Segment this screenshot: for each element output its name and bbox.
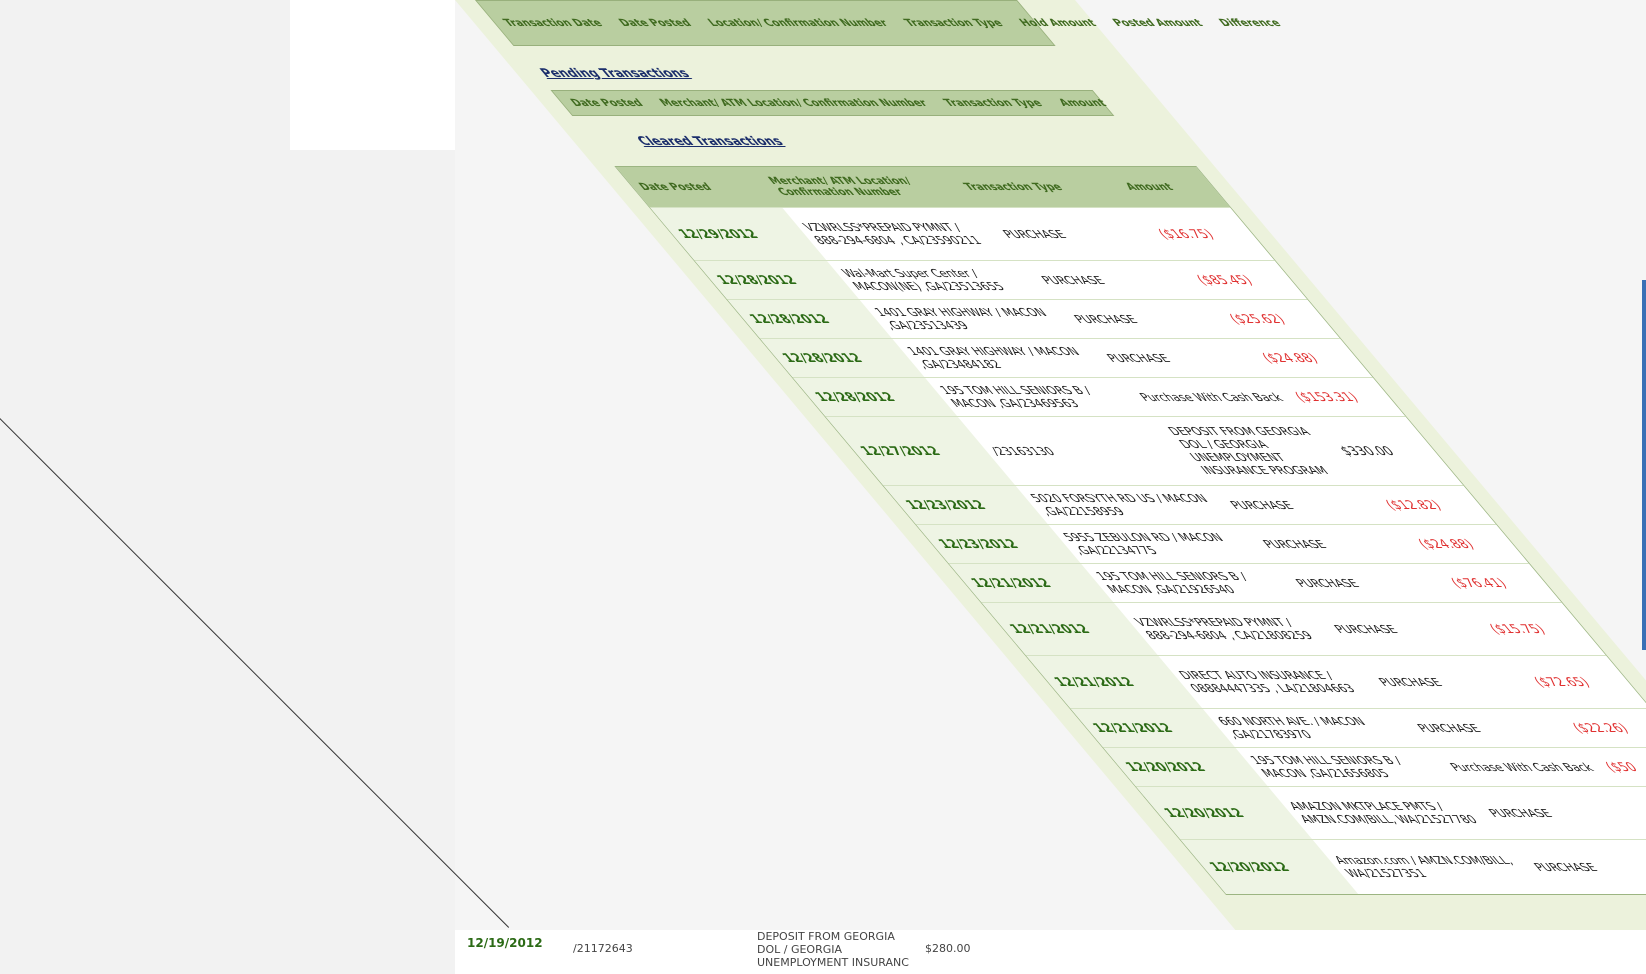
cleared-table-body: 12/29/2012 VZWRLSS*PREPAID PYMNT / 888-29… xyxy=(649,207,1646,894)
th-location: Location/ Confirmation Number xyxy=(705,17,891,29)
th-date-posted: Date Posted xyxy=(616,17,695,29)
ghost-amount: $280.00 xyxy=(925,942,971,955)
row-amount: ($72.65) xyxy=(1530,675,1594,689)
row-type: Purchase With Cash Back xyxy=(1135,390,1287,404)
table-row[interactable]: 12/21/2012 DIRECT AUTO INSURANCE / 088844… xyxy=(1025,655,1646,708)
table-row[interactable]: 12/28/2012 1401 GRAY HIGHWAY / MACON ,GA/… xyxy=(726,299,1340,338)
pending-title[interactable]: Pending Transactions xyxy=(536,66,693,80)
row-merchant: 195 TOM HILL SENIORS B / MACON ,GA/21656… xyxy=(1247,754,1406,780)
row-merchant: 1401 GRAY HIGHWAY / MACON ,GA/23513439 xyxy=(871,306,1051,332)
row-type: PURCHASE xyxy=(1037,273,1108,287)
row-merchant: 5955 ZEBULON RD / MACON ,GA/22134775 xyxy=(1059,531,1227,557)
row-merchant: 1401 GRAY HIGHWAY / MACON ,GA/23484182 xyxy=(903,345,1083,371)
row-amount: ($85.45) xyxy=(1192,273,1257,287)
row-type: PURCHASE xyxy=(1226,498,1297,512)
transactions-region: Transaction Date Date Posted Location/ C… xyxy=(455,0,1646,930)
table-row[interactable]: 12/28/2012 1401 GRAY HIGHWAY / MACON ,GA/… xyxy=(759,338,1373,377)
row-amount: ($12.82) xyxy=(1381,498,1445,512)
row-type: Purchase With Cash Back xyxy=(1446,760,1597,774)
row-type: DEPOSIT FROM GEORGIA DOL / GEORGIA UNEMP… xyxy=(1164,425,1332,477)
top-table-header: Transaction Date Date Posted Location/ C… xyxy=(475,0,1284,46)
row-type: PURCHASE xyxy=(1413,721,1484,735)
th-hold-amount: Hold Amount xyxy=(1016,17,1100,29)
partial-next-row: 12/19/2012 /21172643 DEPOSIT FROM GEORGI… xyxy=(455,930,1646,974)
scrollbar-edge[interactable] xyxy=(1642,280,1646,650)
row-merchant: Wal-Mart Super Center / MACON(NE) ,GA/23… xyxy=(838,267,1009,293)
row-merchant: VZWRLSS*PREPAID PYMNT / 888-294-6804 , C… xyxy=(1131,616,1317,642)
th-transaction-type: Transaction Type xyxy=(901,17,1006,29)
row-amount: ($25.62) xyxy=(1225,312,1289,326)
row-type: PURCHASE xyxy=(1259,537,1330,551)
pending-header: Date Posted Merchant/ ATM Location/ Conf… xyxy=(550,90,1115,116)
ghost-type: DEPOSIT FROM GEORGIA DOL / GEORGIA UNEMP… xyxy=(757,930,909,969)
row-merchant: 5020 FORSYTH RD US / MACON ,GA/22158959 xyxy=(1027,492,1212,518)
row-type: PURCHASE xyxy=(1292,576,1363,590)
left-white-band xyxy=(290,0,455,150)
row-amount: ($24.88) xyxy=(1258,351,1322,365)
table-row[interactable]: 12/23/2012 5020 FORSYTH RD US / MACON ,GA… xyxy=(882,485,1496,524)
table-row[interactable]: 12/23/2012 5955 ZEBULON RD / MACON ,GA/22… xyxy=(915,524,1529,563)
row-type: PURCHASE xyxy=(1070,312,1141,326)
row-type: PURCHASE xyxy=(1103,351,1174,365)
th-transaction-date: Transaction Date xyxy=(500,17,606,29)
table-row[interactable]: 12/28/2012 195 TOM HILL SENIORS B / MACON… xyxy=(792,377,1406,416)
table-row[interactable]: 12/27/2012/23163130 DEPOSIT FROM GEORGIA … xyxy=(825,416,1463,485)
row-amount: ($76.41) xyxy=(1447,576,1511,590)
pending-th-amount: Amount xyxy=(1055,97,1110,109)
table-row[interactable]: 12/28/2012 Wal-Mart Super Center / MACON(… xyxy=(694,260,1307,299)
row-merchant: VZWRLSS*PREPAID PYMNT / 888-294-6804 , C… xyxy=(799,221,986,247)
th-difference: Difference xyxy=(1216,17,1284,29)
table-row[interactable]: 12/21/2012 660 NORTH AVE. / MACON ,GA/217… xyxy=(1070,708,1646,747)
table-row[interactable]: 12/20/2012 AMAZON MKTPLACE PMTS / AMZN.CO… xyxy=(1135,786,1646,839)
cleared-th-date: Date Posted xyxy=(636,181,715,193)
row-amount: ($153.31) xyxy=(1291,390,1362,404)
row-amount: ($16.75) xyxy=(1154,227,1218,241)
row-merchant: DIRECT AUTO INSURANCE / 08884447335 , LA… xyxy=(1175,669,1359,695)
row-type: PURCHASE xyxy=(999,227,1070,241)
row-amount: ($22.26) xyxy=(1568,721,1632,735)
ghost-merchant: /21172643 xyxy=(573,942,633,955)
row-amount: ($24.88) xyxy=(1414,537,1478,551)
table-row[interactable]: 12/21/2012 VZWRLSS*PREPAID PYMNT / 888-29… xyxy=(981,602,1606,655)
row-amount: $330.00 xyxy=(1336,444,1398,458)
table-row[interactable]: 12/29/2012 VZWRLSS*PREPAID PYMNT / 888-29… xyxy=(649,207,1275,260)
cleared-title[interactable]: Cleared Transactions xyxy=(633,134,786,148)
row-type: PURCHASE xyxy=(1530,860,1601,874)
table-row[interactable]: 12/20/2012 Amazon.com / AMZN.COM/BILL, WA… xyxy=(1180,839,1646,894)
row-merchant: AMAZON MKTPLACE PMTS / AMZN.COM/BILL, WA… xyxy=(1285,800,1481,826)
pending-th-date: Date Posted xyxy=(567,97,647,109)
cleared-th-type: Transaction Type xyxy=(961,181,1066,193)
row-merchant: 195 TOM HILL SENIORS B / MACON ,GA/21926… xyxy=(1092,570,1251,596)
table-row[interactable]: 12/20/2012 195 TOM HILL SENIORS B / MACON… xyxy=(1102,747,1646,786)
cleared-th-merchant: Merchant/ ATM Location/ Confirmation Num… xyxy=(766,176,915,198)
cleared-table-header: Date Posted Merchant/ ATM Location/ Conf… xyxy=(616,167,1230,207)
row-merchant: 195 TOM HILL SENIORS B / MACON ,GA/23469… xyxy=(936,384,1095,410)
row-merchant: 660 NORTH AVE. / MACON ,GA/21783970 xyxy=(1214,715,1369,741)
pending-th-merchant: Merchant/ ATM Location/ Confirmation Num… xyxy=(656,97,931,109)
row-amount: ($15.75) xyxy=(1485,622,1549,636)
ghost-date: 12/19/2012 xyxy=(467,936,543,950)
pending-th-type: Transaction Type xyxy=(941,97,1046,109)
row-type: PURCHASE xyxy=(1375,675,1446,689)
th-posted-amount: Posted Amount xyxy=(1109,17,1206,29)
cleared-th-amount: Amount xyxy=(1122,181,1176,193)
row-merchant: /23163130 xyxy=(987,444,1059,458)
row-merchant: Amazon.com / AMZN.COM/BILL, WA/21527351 xyxy=(1331,854,1517,880)
row-type: PURCHASE xyxy=(1330,622,1401,636)
table-row[interactable]: 12/21/2012 195 TOM HILL SENIORS B / MACON… xyxy=(948,563,1562,602)
row-type: PURCHASE xyxy=(1485,806,1556,820)
